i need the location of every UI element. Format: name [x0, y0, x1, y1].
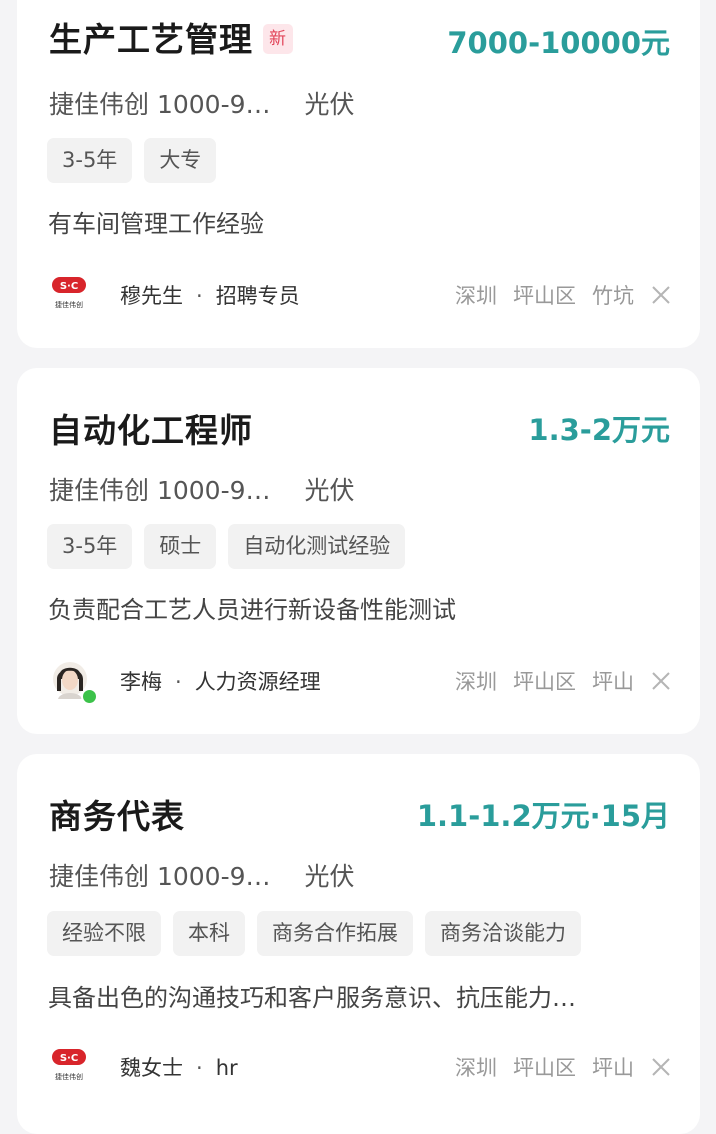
job-card[interactable]: 自动化工程师 1.3-2万元 捷佳伟创 1000-9… 光伏 3-5年 硕士 自…: [17, 368, 700, 734]
company-industry: 光伏: [304, 476, 355, 505]
recruiter-name: 穆先生: [120, 284, 183, 308]
recruiter-name: 魏女士: [120, 1056, 183, 1080]
job-title: 自动化工程师: [49, 411, 253, 450]
company-logo-avatar: S·C 捷佳伟创: [52, 1047, 92, 1087]
company-logo-avatar: S·C 捷佳伟创: [52, 275, 92, 315]
close-icon[interactable]: [648, 282, 674, 308]
location-area: 坪山: [592, 670, 634, 694]
recruiter-row: S·C 捷佳伟创 穆先生 · 招聘专员 深圳 坪山区 竹坑: [52, 272, 674, 318]
tag-list: 经验不限 本科 商务合作拓展 商务洽谈能力: [47, 911, 581, 956]
location-city: 深圳: [455, 1056, 497, 1080]
salary: 7000-10000元: [447, 26, 670, 60]
company-size: 1000-9…: [156, 90, 271, 119]
job-card[interactable]: 生产工艺管理新 7000-10000元 捷佳伟创 1000-9… 光伏 3-5年…: [17, 0, 700, 348]
tag: 3-5年: [47, 524, 133, 569]
svg-text:S·C: S·C: [60, 1053, 78, 1064]
new-badge: 新: [263, 23, 293, 54]
salary: 1.1-1.2万元·15月: [416, 799, 670, 833]
online-status-icon: [81, 688, 98, 705]
location-area: 竹坑: [592, 284, 634, 308]
job-description: 有车间管理工作经验: [48, 210, 264, 238]
company-line: 捷佳伟创 1000-9… 光伏: [49, 85, 355, 121]
company-industry: 光伏: [304, 90, 355, 119]
job-title: 商务代表: [49, 797, 185, 836]
location-district: 坪山区: [513, 284, 576, 308]
close-icon[interactable]: [648, 668, 674, 694]
svg-text:捷佳伟创: 捷佳伟创: [55, 1072, 83, 1081]
tag-list: 3-5年 硕士 自动化测试经验: [47, 524, 406, 569]
recruiter-info: 魏女士 · hr: [120, 1056, 238, 1080]
recruiter-info: 穆先生 · 招聘专员: [120, 284, 300, 308]
tag: 本科: [173, 911, 245, 956]
tag-list: 3-5年 大专: [47, 138, 217, 183]
job-location: 深圳 坪山区 坪山: [455, 1052, 634, 1082]
svg-text:捷佳伟创: 捷佳伟创: [55, 300, 83, 309]
company-line: 捷佳伟创 1000-9… 光伏: [49, 471, 355, 507]
company-name: 捷佳伟创: [49, 862, 150, 891]
company-size: 1000-9…: [156, 476, 271, 505]
company-line: 捷佳伟创 1000-9… 光伏: [49, 857, 355, 893]
salary: 1.3-2万元: [528, 413, 670, 447]
tag: 3-5年: [47, 138, 133, 183]
job-description: 具备出色的沟通技巧和客户服务意识、抗压能力…: [48, 984, 576, 1012]
location-city: 深圳: [455, 670, 497, 694]
recruiter-name: 李梅: [120, 670, 162, 694]
location-city: 深圳: [455, 284, 497, 308]
location-area: 坪山: [592, 1056, 634, 1080]
recruiter-title: 招聘专员: [215, 284, 300, 308]
location-district: 坪山区: [513, 1056, 576, 1080]
tag: 大专: [144, 138, 217, 183]
recruiter-row: 李梅 · 人力资源经理 深圳 坪山区 坪山: [52, 658, 674, 705]
svg-text:S·C: S·C: [60, 281, 78, 292]
location-district: 坪山区: [513, 670, 576, 694]
company-size: 1000-9…: [156, 862, 271, 891]
close-icon[interactable]: [648, 1054, 674, 1080]
tag: 商务洽谈能力: [425, 911, 581, 956]
tag: 商务合作拓展: [257, 911, 413, 956]
tag: 硕士: [144, 524, 217, 569]
recruiter-title: 人力资源经理: [194, 670, 321, 694]
job-location: 深圳 坪山区 竹坑: [455, 280, 634, 310]
job-title: 生产工艺管理新: [49, 13, 293, 61]
recruiter-row: S·C 捷佳伟创 魏女士 · hr 深圳 坪山区 坪山: [52, 1044, 674, 1090]
company-name: 捷佳伟创: [49, 476, 150, 505]
recruiter-title: hr: [215, 1056, 238, 1080]
job-card[interactable]: 商务代表 1.1-1.2万元·15月 捷佳伟创 1000-9… 光伏 经验不限 …: [17, 754, 700, 1134]
recruiter-info: 李梅 · 人力资源经理: [120, 670, 321, 694]
company-name: 捷佳伟创: [49, 90, 150, 119]
job-location: 深圳 坪山区 坪山: [455, 666, 634, 696]
job-description: 负责配合工艺人员进行新设备性能测试: [48, 596, 456, 624]
tag: 经验不限: [47, 911, 161, 956]
recruiter-avatar: [52, 661, 98, 705]
company-industry: 光伏: [304, 862, 355, 891]
tag: 自动化测试经验: [228, 524, 406, 569]
